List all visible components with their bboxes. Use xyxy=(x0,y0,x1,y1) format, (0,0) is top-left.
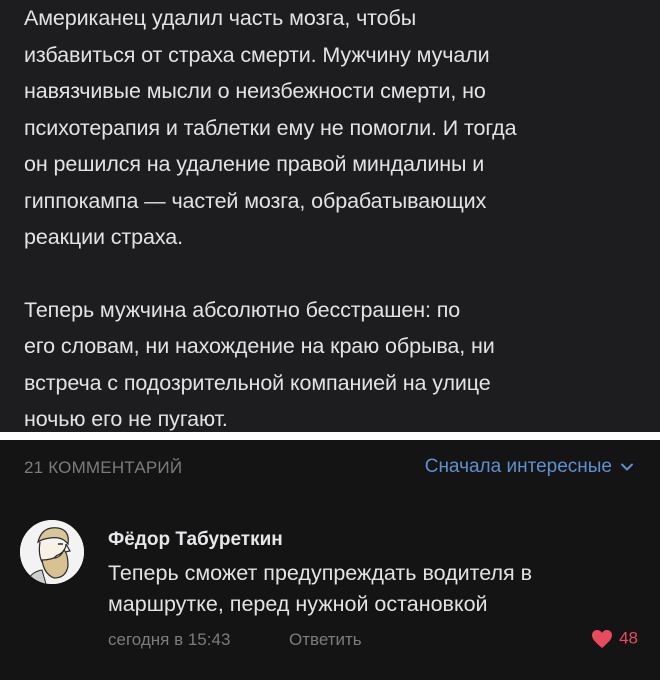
section-divider xyxy=(0,432,660,440)
chevron-down-icon xyxy=(621,463,633,471)
comment-text: Теперь сможет предупреждать водителя в м… xyxy=(108,561,533,616)
sort-label: Сначала интересные xyxy=(424,456,612,477)
comments-header: 21 КОММЕНТАРИЙ Сначала интересные xyxy=(24,452,634,484)
comment-author[interactable]: Фёдор Табуреткин xyxy=(108,528,638,552)
avatar[interactable] xyxy=(20,520,84,584)
comment-body: Фёдор Табуреткин Теперь сможет предупреж… xyxy=(108,528,638,652)
reply-button[interactable]: Ответить xyxy=(289,630,362,650)
comment-meta: сегодня в 15:43 Ответить 48 xyxy=(108,628,638,652)
heart-icon xyxy=(592,629,613,648)
comments-count: 21 КОММЕНТАРИЙ xyxy=(24,458,183,477)
like-count: 48 xyxy=(619,628,638,648)
post-card: Американец удалил часть мозга, чтобы изб… xyxy=(0,0,660,432)
sort-dropdown[interactable]: Сначала интересные xyxy=(425,456,634,478)
like-button[interactable]: 48 xyxy=(591,628,638,649)
comment-timestamp: сегодня в 15:43 xyxy=(108,630,231,649)
yes-chad-avatar-icon xyxy=(20,520,84,584)
post-text: Американец удалил часть мозга, чтобы изб… xyxy=(24,0,644,438)
post-paragraph: Американец удалил часть мозга, чтобы изб… xyxy=(24,6,517,249)
post-paragraph: Теперь мужчина абсолютно бесстрашен: по … xyxy=(24,297,495,432)
comments-section: 21 КОММЕНТАРИЙ Сначала интересные Фёдор … xyxy=(0,440,660,680)
